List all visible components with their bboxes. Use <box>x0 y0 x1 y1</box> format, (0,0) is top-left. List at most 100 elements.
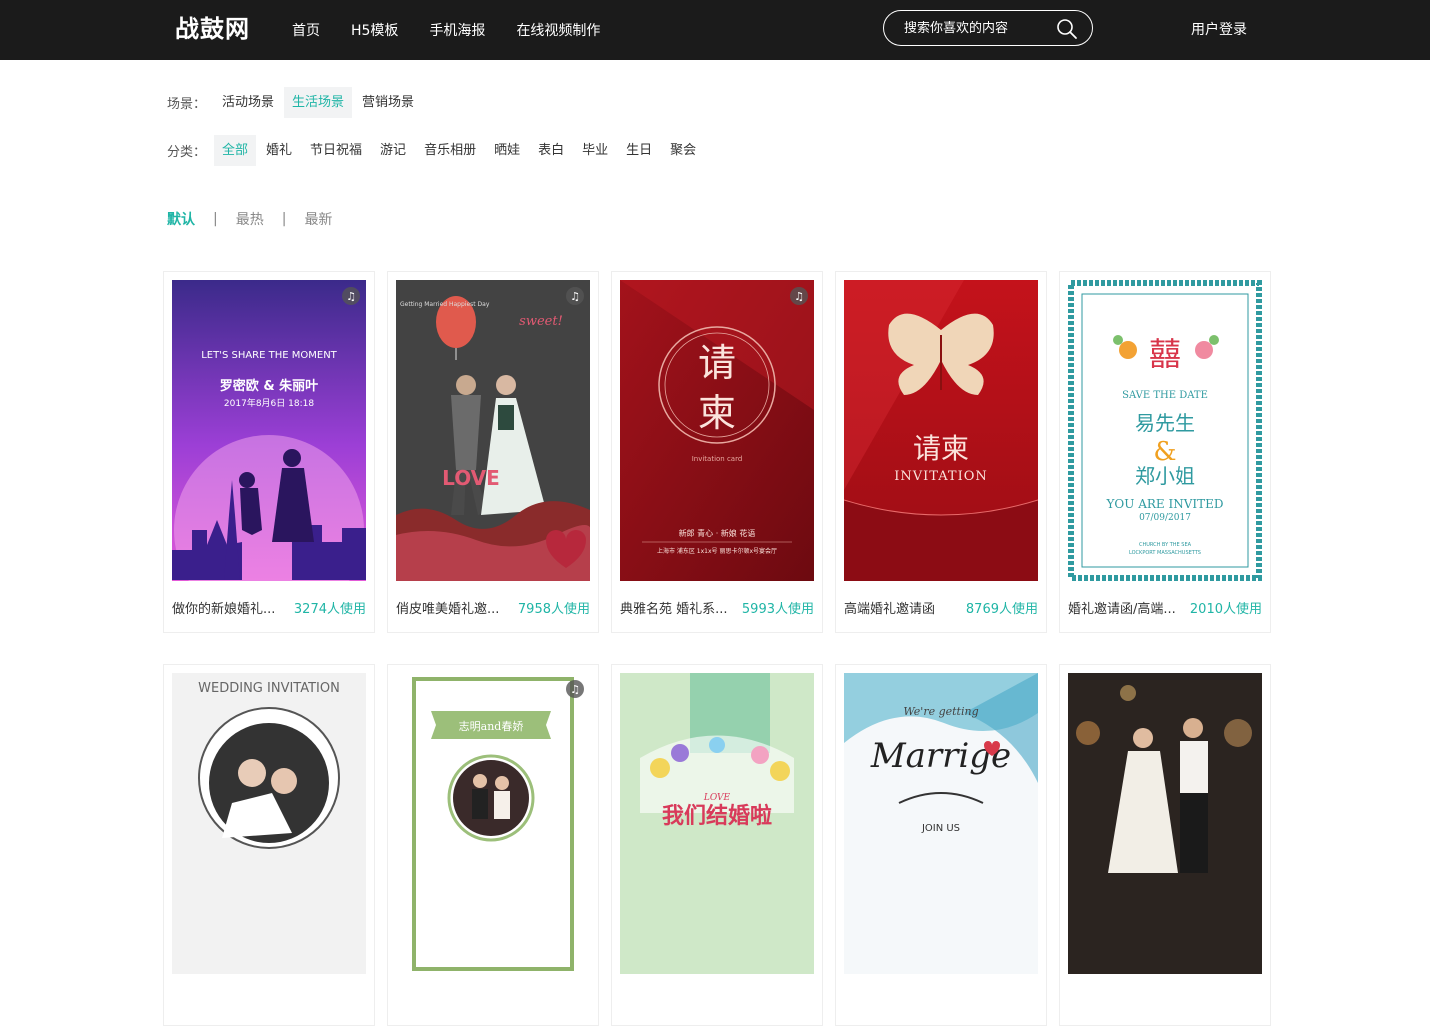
card-usage-count: 3274人使用 <box>293 602 366 617</box>
scene-marketing[interactable]: 营销场景 <box>354 87 422 118</box>
category-filter: 分类： 全部 婚礼 节日祝福 游记 音乐相册 晒娃 表白 毕业 生日 聚会 <box>167 135 706 166</box>
scene-life[interactable]: 生活场景 <box>284 87 353 118</box>
template-thumbnail: 囍 SAVE THE DATE 易先生 & 郑小姐 YOU ARE INVITE… <box>1068 280 1262 581</box>
card-title: 俏皮唯美婚礼邀... <box>396 602 500 617</box>
card-caption: 高端婚礼邀请函 8769人使用 <box>844 598 1038 617</box>
scene-filter: 场景： 活动场景 生活场景 营销场景 <box>167 87 424 118</box>
card-image-text: 柬 <box>698 391 736 435</box>
scene-activity[interactable]: 活动场景 <box>214 87 282 118</box>
music-icon[interactable]: ♫ <box>565 679 585 699</box>
card-image-text: 我们结婚啦 <box>662 803 772 829</box>
template-card[interactable]: sweet! Getting Married Happiest Day LOVE… <box>387 271 599 633</box>
svg-text:♫: ♫ <box>570 683 580 696</box>
nav-h5-templates[interactable]: H5模板 <box>351 20 398 40</box>
sort-divider: | <box>281 211 287 227</box>
category-music-album[interactable]: 音乐相册 <box>416 135 484 166</box>
category-filter-label: 分类： <box>167 145 207 160</box>
sort-newest[interactable]: 最新 <box>304 209 332 229</box>
category-wedding[interactable]: 婚礼 <box>258 135 300 166</box>
sort-default[interactable]: 默认 <box>167 209 195 229</box>
top-navbar: 战鼓网 首页 H5模板 手机海报 在线视频制作 用户登录 <box>0 0 1430 60</box>
template-card[interactable]: LOVE 我们结婚啦 <box>611 664 823 1026</box>
category-baby[interactable]: 晒娃 <box>486 135 528 166</box>
card-caption: 做你的新娘婚礼... 3274人使用 <box>172 598 366 617</box>
sort-hot[interactable]: 最热 <box>236 209 264 229</box>
card-caption: 俏皮唯美婚礼邀... 7958人使用 <box>396 598 590 617</box>
card-image-text: 囍 <box>1149 335 1181 373</box>
card-caption: 婚礼邀请函/高端... 2010人使用 <box>1068 598 1262 617</box>
card-image-text: We're getting <box>903 705 978 718</box>
card-title: 典雅名苑 婚礼系... <box>620 602 728 617</box>
template-card[interactable] <box>1059 664 1271 1026</box>
svg-text:♫: ♫ <box>794 290 804 303</box>
card-title: 婚礼邀请函/高端... <box>1068 602 1176 617</box>
sort-bar: 默认 | 最热 | 最新 <box>167 209 332 229</box>
main-nav: 首页 H5模板 手机海报 在线视频制作 <box>292 0 631 60</box>
card-image-text: 2017年8月6日 18:18 <box>224 397 314 409</box>
card-title: 高端婚礼邀请函 <box>844 602 936 617</box>
card-image-text: 07/09/2017 <box>1139 513 1191 523</box>
nav-online-video[interactable]: 在线视频制作 <box>516 20 600 40</box>
card-image-text: 罗密欧 & 朱丽叶 <box>220 378 318 394</box>
card-image-text: LET'S SHARE THE MOMENT <box>201 350 337 361</box>
card-image-text: 新郎 青心 · 新娘 花语 <box>679 528 756 538</box>
scene-filter-label: 场景： <box>167 97 207 112</box>
card-image-text: LOVE <box>703 793 731 803</box>
svg-text:♫: ♫ <box>346 290 356 303</box>
card-image-text: LOCKPORT MASSACHUSETTS <box>1129 550 1201 556</box>
template-card[interactable]: 囍 SAVE THE DATE 易先生 & 郑小姐 YOU ARE INVITE… <box>1059 271 1271 633</box>
card-image-text: 请柬 <box>913 432 969 465</box>
category-travel[interactable]: 游记 <box>372 135 414 166</box>
category-birthday[interactable]: 生日 <box>618 135 660 166</box>
card-caption: 典雅名苑 婚礼系... 5993人使用 <box>620 598 814 617</box>
card-image-text: JOIN US <box>921 823 960 834</box>
template-card[interactable]: We're getting Marrige JOIN US <box>835 664 1047 1026</box>
template-thumbnail: 请 柬 Invitation card 新郎 青心 · 新娘 花语 上海市 浦东… <box>620 280 814 581</box>
category-festival[interactable]: 节日祝福 <box>302 135 370 166</box>
music-icon[interactable]: ♫ <box>565 286 585 306</box>
template-thumbnail: 请柬 INVITATION <box>844 280 1038 581</box>
search-input[interactable] <box>884 20 1049 36</box>
category-all[interactable]: 全部 <box>214 135 257 166</box>
template-card[interactable]: LET'S SHARE THE MOMENT 罗密欧 & 朱丽叶 2017年8月… <box>163 271 375 633</box>
card-image-text: Invitation card <box>692 455 743 463</box>
search-icon[interactable] <box>1056 18 1078 40</box>
search-box <box>883 10 1093 46</box>
nav-home[interactable]: 首页 <box>292 20 320 40</box>
card-image-text: YOU ARE INVITED <box>1106 497 1224 511</box>
card-usage-count: 8769人使用 <box>965 602 1038 617</box>
template-thumbnail: LET'S SHARE THE MOMENT 罗密欧 & 朱丽叶 2017年8月… <box>172 280 366 581</box>
card-image-text: 易先生 <box>1135 411 1195 435</box>
template-card[interactable]: 请柬 INVITATION 高端婚礼邀请函 8769人使用 <box>835 271 1047 633</box>
login-link[interactable]: 用户登录 <box>1191 0 1247 60</box>
card-usage-count: 7958人使用 <box>517 602 590 617</box>
card-image-text: 志明and春娇 <box>459 720 524 733</box>
card-image-text: sweet! <box>519 314 563 329</box>
card-image-text: 请 <box>698 341 736 385</box>
card-image-text: 郑小姐 <box>1135 464 1195 488</box>
site-logo[interactable]: 战鼓网 <box>175 13 250 45</box>
category-confession[interactable]: 表白 <box>530 135 572 166</box>
music-icon[interactable]: ♫ <box>341 286 361 306</box>
sort-divider: | <box>213 211 218 227</box>
nav-mobile-poster[interactable]: 手机海报 <box>429 20 485 40</box>
card-image-text: LOVE <box>442 466 500 490</box>
card-image-text: CHURCH BY THE SEA <box>1139 542 1192 548</box>
card-image-text: Getting Married Happiest Day <box>400 301 490 308</box>
card-title: 做你的新娘婚礼... <box>172 602 276 617</box>
card-image-text: WEDDING INVITATION <box>198 681 340 696</box>
card-image-text: 上海市 浦东区 1x1x号 丽思卡尔顿x号宴会厅 <box>657 547 777 555</box>
template-card[interactable]: 请 柬 Invitation card 新郎 青心 · 新娘 花语 上海市 浦东… <box>611 271 823 633</box>
category-graduation[interactable]: 毕业 <box>574 135 616 166</box>
card-usage-count: 2010人使用 <box>1189 602 1262 617</box>
card-image-text: SAVE THE DATE <box>1122 390 1208 401</box>
category-party[interactable]: 聚会 <box>662 135 704 166</box>
card-usage-count: 5993人使用 <box>741 602 814 617</box>
template-card[interactable]: 志明and春娇 ♫ <box>387 664 599 1026</box>
template-thumbnail: sweet! Getting Married Happiest Day LOVE… <box>396 280 590 581</box>
svg-text:♫: ♫ <box>570 290 580 303</box>
card-image-text: & <box>1153 437 1176 467</box>
template-card[interactable]: WEDDING INVITATION <box>163 664 375 1026</box>
music-icon[interactable]: ♫ <box>789 286 809 306</box>
card-image-text: INVITATION <box>894 469 988 484</box>
